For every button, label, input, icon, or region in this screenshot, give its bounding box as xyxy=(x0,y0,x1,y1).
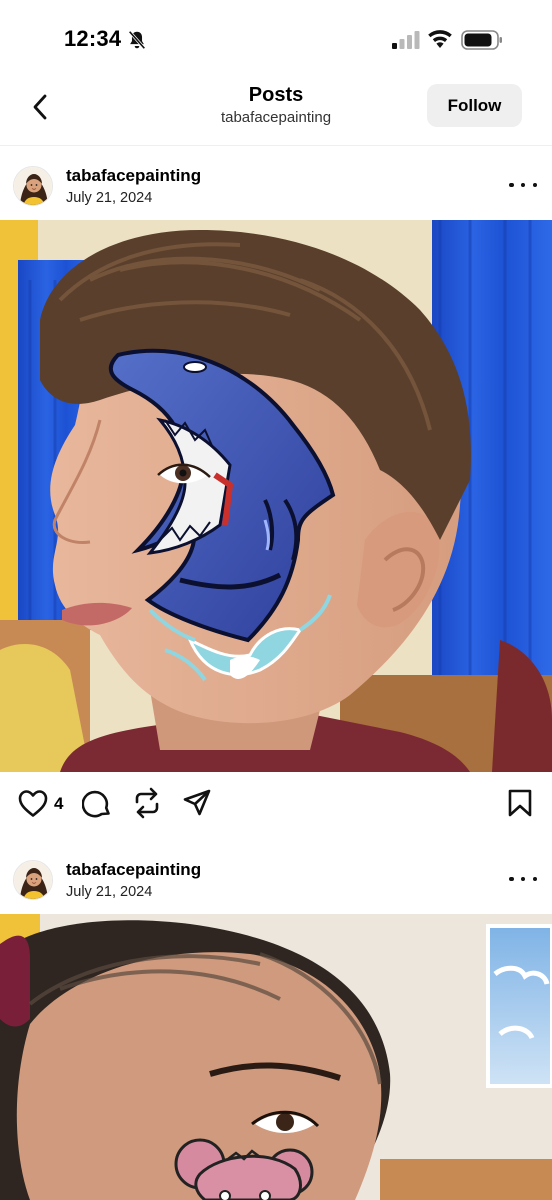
bear-face-paint-photo xyxy=(0,914,552,1200)
avatar[interactable] xyxy=(13,860,53,900)
heart-icon[interactable] xyxy=(17,788,49,818)
avatar-illustration xyxy=(14,861,52,899)
comment-icon[interactable] xyxy=(82,788,112,818)
share-icon[interactable] xyxy=(182,788,212,818)
post-photo[interactable] xyxy=(0,914,552,1200)
status-time: 12:34 xyxy=(64,26,122,51)
post-actions: 4 xyxy=(0,772,552,834)
post-date: July 21, 2024 xyxy=(66,190,153,206)
avatar[interactable] xyxy=(13,166,53,206)
post-header: tabafacepainting July 21, 2024 xyxy=(0,146,552,220)
header: Posts tabafacepainting Follow xyxy=(0,80,552,146)
status-bar: 12:34 xyxy=(0,0,552,80)
post-header: tabafacepainting July 21, 2024 xyxy=(0,840,552,914)
bookmark-icon[interactable] xyxy=(507,788,533,818)
repost-icon[interactable] xyxy=(132,786,162,820)
wifi-icon xyxy=(428,30,452,48)
post-username[interactable]: tabafacepainting xyxy=(66,166,201,186)
post-date: July 21, 2024 xyxy=(66,884,153,900)
more-options-button[interactable] xyxy=(509,178,537,192)
bell-slash-icon xyxy=(128,30,146,50)
avatar-illustration xyxy=(14,167,52,205)
follow-button[interactable]: Follow xyxy=(427,84,522,127)
battery-icon xyxy=(461,30,502,50)
more-options-button[interactable] xyxy=(509,872,537,886)
like-count[interactable]: 4 xyxy=(54,794,63,814)
shark-face-paint-photo xyxy=(0,220,552,772)
post-username[interactable]: tabafacepainting xyxy=(66,860,201,880)
cellular-signal-icon xyxy=(392,31,420,49)
post-photo[interactable] xyxy=(0,220,552,772)
